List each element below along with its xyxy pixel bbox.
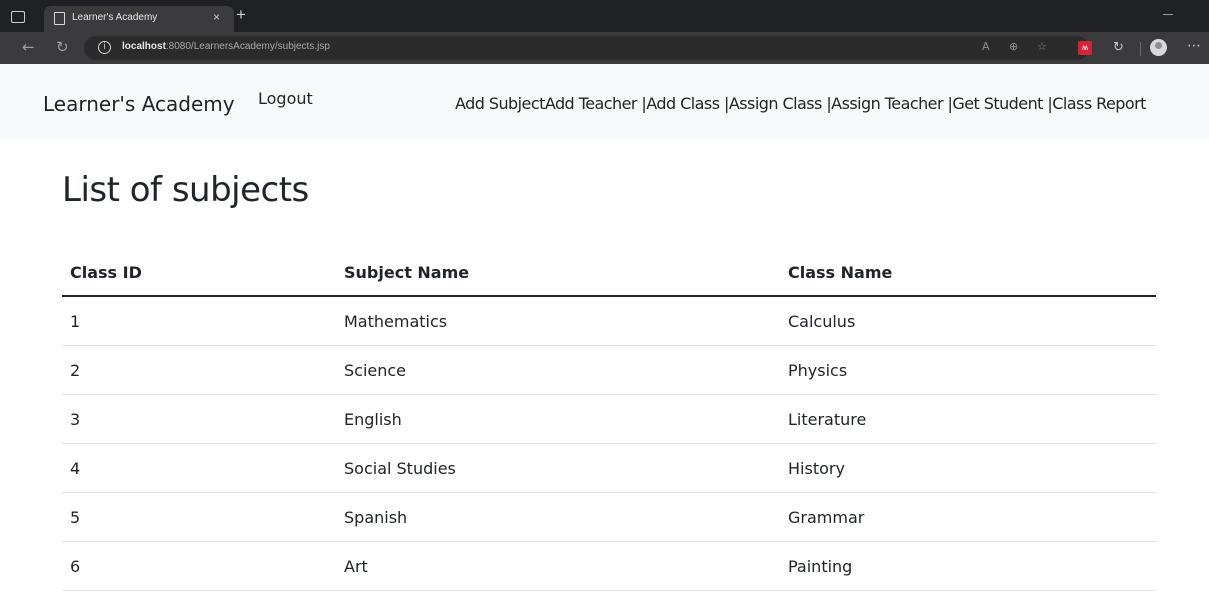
extension-icon[interactable]: ʍ <box>1078 41 1092 55</box>
table-row: 1 Mathematics Calculus <box>62 296 1156 346</box>
table-row: 2 Science Physics <box>62 345 1156 395</box>
more-icon[interactable]: ⋯ <box>1187 38 1201 54</box>
window-menu-icon[interactable] <box>11 11 25 23</box>
profile-avatar-icon[interactable] <box>1150 39 1167 56</box>
table-header-row: Class ID Subject Name Class Name <box>62 250 1156 297</box>
cell-class-name: Literature <box>780 394 1156 444</box>
cell-subject-name: Social Studies <box>336 443 780 493</box>
table-row: 3 English Literature <box>62 394 1156 444</box>
site-info-icon[interactable]: i <box>98 41 111 54</box>
toolbar-divider <box>1140 42 1141 56</box>
cell-class-name: Painting <box>780 541 1156 591</box>
table-row: 4 Social Studies History <box>62 443 1156 493</box>
cell-class-name: Grammar <box>780 492 1156 542</box>
cell-subject-name: Art <box>336 541 780 591</box>
cell-class-name: Physics <box>780 345 1156 395</box>
cell-class-name: Calculus <box>780 296 1156 346</box>
address-bar[interactable]: i localhost:8080/LearnersAcademy/subject… <box>84 36 1089 60</box>
column-header-class-name: Class Name <box>780 250 1156 297</box>
new-tab-icon[interactable]: + <box>236 5 246 25</box>
back-icon[interactable]: ← <box>22 38 35 56</box>
url-text: localhost:8080/LearnersAcademy/subjects.… <box>122 41 330 52</box>
url-host: localhost <box>122 41 166 52</box>
cell-subject-name: English <box>336 394 780 444</box>
cell-subject-name: Science <box>336 345 780 395</box>
navbar: Learner's Academy Logout Add SubjectAdd … <box>0 64 1209 140</box>
column-header-class-id: Class ID <box>62 250 336 297</box>
tab-title: Learner's Academy <box>72 12 158 23</box>
cell-subject-name: Mathematics <box>336 296 780 346</box>
cell-subject-name: Spanish <box>336 492 780 542</box>
cell-class-name: History <box>780 443 1156 493</box>
cell-class-id: 2 <box>62 345 336 395</box>
subjects-table: Class ID Subject Name Class Name 1 Mathe… <box>62 250 1156 591</box>
column-header-subject-name: Subject Name <box>336 250 780 297</box>
reload-icon[interactable]: ↻ <box>56 38 69 56</box>
refresh-extension-icon[interactable]: ↻ <box>1113 40 1124 55</box>
url-path: :8080/LearnersAcademy/subjects.jsp <box>165 41 330 52</box>
tab-close-icon[interactable]: × <box>213 10 220 24</box>
cell-class-id: 3 <box>62 394 336 444</box>
nav-links[interactable]: Add SubjectAdd Teacher |Add Class |Assig… <box>455 94 1146 113</box>
logout-link[interactable]: Logout <box>258 89 313 108</box>
browser-tab[interactable]: Learner's Academy × <box>44 6 234 32</box>
cell-class-id: 1 <box>62 296 336 346</box>
cell-class-id: 5 <box>62 492 336 542</box>
table-row: 5 Spanish Grammar <box>62 492 1156 542</box>
minimize-icon[interactable] <box>1163 14 1173 15</box>
read-aloud-icon[interactable]: A <box>982 40 990 53</box>
browser-toolbar: ← ↻ i localhost:8080/LearnersAcademy/sub… <box>0 32 1209 64</box>
brand-link[interactable]: Learner's Academy <box>43 92 235 116</box>
cell-class-id: 6 <box>62 541 336 591</box>
browser-tabstrip: Learner's Academy × + <box>0 0 1209 32</box>
favorite-icon[interactable]: ☆ <box>1037 40 1047 53</box>
page-icon <box>54 12 65 25</box>
cell-class-id: 4 <box>62 443 336 493</box>
page-title: List of subjects <box>62 170 309 210</box>
zoom-icon[interactable]: ⊕ <box>1009 40 1018 53</box>
table-row: 6 Art Painting <box>62 541 1156 591</box>
